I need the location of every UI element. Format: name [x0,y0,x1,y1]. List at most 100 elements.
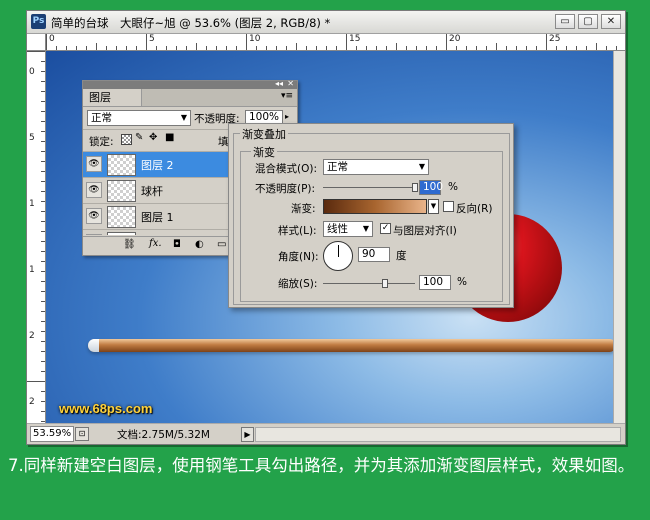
ruler-label: 20 [449,34,461,44]
opacity-slider[interactable] [323,187,415,188]
scale-slider-thumb[interactable] [381,279,388,288]
ruler-tick [246,34,247,50]
text-layer-icon: T [107,232,136,235]
gradient-blend-mode-select[interactable]: 正常 ▼ [323,159,429,175]
layer-name: 图层 2 [141,159,174,172]
vertical-ruler[interactable]: 0 5 1 1 2 2 [27,51,46,423]
ruler-tick [41,111,45,112]
gradient-overlay-group: 渐变叠加 渐变 混合模式(O): 正常 ▼ 不透明度(P): 100 % 渐变:… [233,126,510,305]
ruler-tick [316,46,317,50]
lock-transparency-icon[interactable] [121,134,132,145]
link-icon[interactable]: ⛓ [123,239,136,250]
zoom-level[interactable]: 53.59% [30,426,74,442]
close-button[interactable]: ✕ [601,14,621,29]
eye-icon[interactable]: 👁 [86,208,102,224]
eye-icon[interactable]: 👁 [86,234,102,235]
ruler-tick [156,46,157,50]
ruler-tick [366,46,367,50]
close-panel-icon[interactable]: ✕ [287,79,294,88]
adjustment-icon[interactable]: ◐ [195,239,204,250]
ruler-tick [116,46,117,50]
ruler-tick [27,51,45,52]
angle-input[interactable]: 90 [358,247,390,262]
ruler-tick [576,46,577,50]
minimize-button[interactable]: ▭ [555,14,575,29]
gradient-label: 渐变: [291,203,316,215]
blend-mode-select[interactable]: 正常 ▼ [87,110,191,126]
angle-dial[interactable] [323,241,353,271]
fx-icon[interactable]: fx. [149,238,162,249]
ruler-tick [196,43,197,50]
ruler-tick [41,81,45,82]
title-bar[interactable]: Ps 简单的台球 大眼仔~旭 @ 53.6% (图层 2, RGB/8) * ▭… [27,11,625,34]
ruler-tick [41,231,45,232]
ruler-origin[interactable] [27,34,46,51]
horizontal-scrollbar[interactable] [255,427,621,442]
ruler-tick [41,141,45,142]
ruler-tick [206,46,207,50]
vertical-scrollbar[interactable] [613,51,625,423]
reverse-checkbox[interactable] [443,201,454,212]
group-icon[interactable]: ▭ [217,239,226,250]
document-size: 文档:2.75M/5.32M [117,429,210,441]
ruler-label: 0 [49,34,55,44]
ruler-label: 25 [549,34,561,44]
eye-icon[interactable]: 👁 [86,156,102,172]
ruler-label: 1 [29,199,35,209]
ruler-tick [526,46,527,50]
ruler-tick [496,43,497,50]
mask-icon[interactable]: ◘ [173,239,181,250]
gradient-style-select[interactable]: 线性 ▼ [323,221,373,237]
ruler-tick [616,46,617,50]
opacity-arrow-icon[interactable]: ▸ [285,112,289,121]
panel-grip[interactable]: ◂◂ ✕ [83,79,297,89]
ruler-tick [46,34,47,50]
gradient-opacity-input[interactable]: 100 [419,180,443,195]
gradient-swatch[interactable] [323,199,427,214]
ruler-tick [86,46,87,50]
align-with-layer-checkbox[interactable]: ✓ [380,223,391,234]
lock-move-icon[interactable]: ✥ [149,132,157,143]
ruler-tick [41,121,45,122]
ruler-tick [41,321,45,322]
ruler-tick [41,131,45,132]
ruler-tick [27,381,45,382]
ruler-tick [386,46,387,50]
ruler-tick [546,34,547,50]
ruler-label: 2 [29,331,35,341]
ruler-tick [536,46,537,50]
ruler-tick [226,46,227,50]
scale-label: 缩放(S): [278,278,318,290]
eye-icon[interactable]: 👁 [86,182,102,198]
panel-menu-icon[interactable]: ▾≡ [281,91,293,101]
gradient-dropdown-icon[interactable]: ▼ [428,199,439,214]
lock-label: 锁定: [89,136,114,148]
ruler-tick [136,46,137,50]
layer-thumbnail [107,180,136,202]
ruler-tick [586,46,587,50]
watermark-text: www.68ps.com [59,401,153,416]
horizontal-ruler[interactable]: 0 5 10 15 20 25 [46,34,625,51]
chevron-down-icon: ▼ [418,162,425,171]
ruler-tick [41,181,45,182]
ruler-label: 1 [29,265,35,275]
status-arrow-icon[interactable]: ▶ [241,427,254,442]
scale-slider[interactable] [323,283,415,284]
scale-input[interactable]: 100 [419,275,451,290]
ruler-tick [556,46,557,50]
ruler-tick [41,271,45,272]
tab-layers[interactable]: 图层 [83,89,142,106]
ruler-tick [41,171,45,172]
opacity-slider-thumb[interactable] [412,183,418,192]
gradient-overlay-title: 渐变叠加 [240,126,288,142]
cue-tip [88,339,99,352]
lock-brush-icon[interactable]: ✎ [135,132,143,143]
ruler-tick [336,46,337,50]
ruler-tick [41,201,45,202]
ruler-tick [456,46,457,50]
status-menu-icon[interactable]: ⊡ [75,427,89,441]
maximize-button[interactable]: ▢ [578,14,598,29]
layer-name: 球杆 [141,185,163,198]
collapse-icon[interactable]: ◂◂ [275,79,283,88]
lock-all-icon[interactable]: ■ [165,132,174,143]
